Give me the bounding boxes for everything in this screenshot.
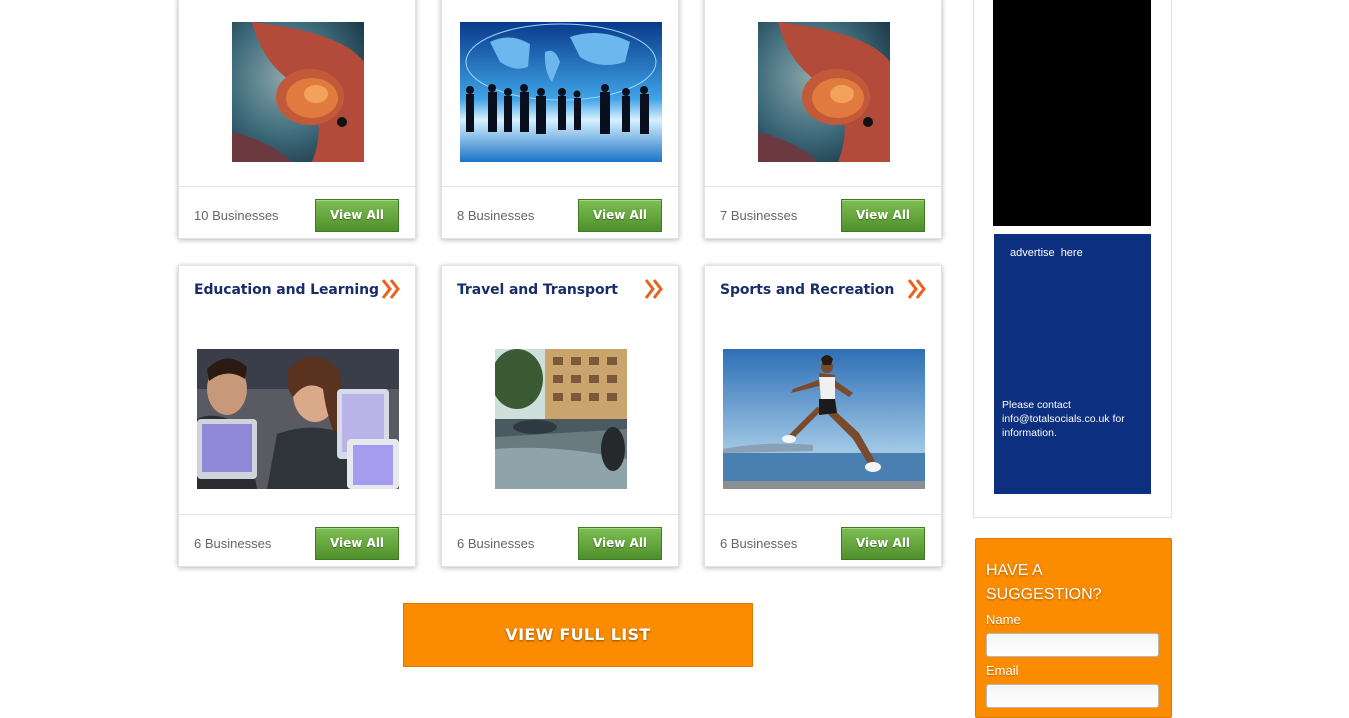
view-all-button[interactable]: View All bbox=[841, 199, 925, 232]
view-all-button[interactable]: View All bbox=[841, 527, 925, 560]
category-card-sports: Sports and Recreation 6 Businesses View … bbox=[704, 265, 942, 567]
view-all-button[interactable]: View All bbox=[578, 527, 662, 560]
email-label: Email bbox=[986, 663, 1019, 678]
category-card: 8 Businesses View All bbox=[441, 0, 679, 239]
view-all-button[interactable]: View All bbox=[578, 199, 662, 232]
business-count: 10 Businesses bbox=[194, 208, 279, 223]
category-image[interactable] bbox=[197, 349, 399, 489]
category-card-education: Education and Learning 6 Businesses View… bbox=[178, 265, 416, 567]
double-chevron-right-icon[interactable] bbox=[644, 278, 664, 300]
card-divider bbox=[442, 186, 678, 187]
category-image[interactable] bbox=[232, 22, 364, 162]
business-count: 7 Businesses bbox=[720, 208, 798, 223]
sidebar-ad-banner[interactable] bbox=[993, 0, 1151, 226]
category-card: 7 Businesses View All bbox=[704, 0, 942, 239]
card-divider bbox=[179, 186, 415, 187]
name-field[interactable] bbox=[986, 633, 1159, 657]
card-divider bbox=[705, 186, 941, 187]
category-card: 10 Businesses View All bbox=[178, 0, 416, 239]
email-field[interactable] bbox=[986, 684, 1159, 708]
card-divider bbox=[179, 514, 415, 515]
business-count: 6 Businesses bbox=[720, 536, 798, 551]
category-image[interactable] bbox=[723, 349, 925, 489]
double-chevron-right-icon[interactable] bbox=[381, 278, 401, 300]
category-title[interactable]: Sports and Recreation bbox=[720, 282, 894, 298]
card-divider bbox=[442, 514, 678, 515]
business-count: 8 Businesses bbox=[457, 208, 535, 223]
card-divider bbox=[705, 514, 941, 515]
category-image[interactable] bbox=[460, 22, 662, 162]
advertise-title: advertise here bbox=[1010, 247, 1083, 259]
business-count: 6 Businesses bbox=[194, 536, 272, 551]
category-image[interactable] bbox=[758, 22, 890, 162]
name-label: Name bbox=[986, 612, 1021, 627]
suggestion-form: HAVE A SUGGESTION? Name Email bbox=[975, 538, 1172, 718]
category-title[interactable]: Education and Learning bbox=[194, 282, 379, 298]
category-title[interactable]: Travel and Transport bbox=[457, 282, 618, 298]
double-chevron-right-icon[interactable] bbox=[907, 278, 927, 300]
suggestion-heading: HAVE A SUGGESTION? bbox=[986, 562, 1102, 603]
view-full-list-button[interactable]: VIEW FULL LIST bbox=[403, 603, 753, 667]
category-card-travel: Travel and Transport 6 Businesses View A… bbox=[441, 265, 679, 567]
business-count: 6 Businesses bbox=[457, 536, 535, 551]
category-image[interactable] bbox=[495, 349, 627, 489]
advertise-contact-text: Please contact info@totalsocials.co.uk f… bbox=[1002, 399, 1125, 439]
advertise-panel[interactable]: advertise here Please contact info@total… bbox=[994, 234, 1151, 494]
view-all-button[interactable]: View All bbox=[315, 527, 399, 560]
view-all-button[interactable]: View All bbox=[315, 199, 399, 232]
